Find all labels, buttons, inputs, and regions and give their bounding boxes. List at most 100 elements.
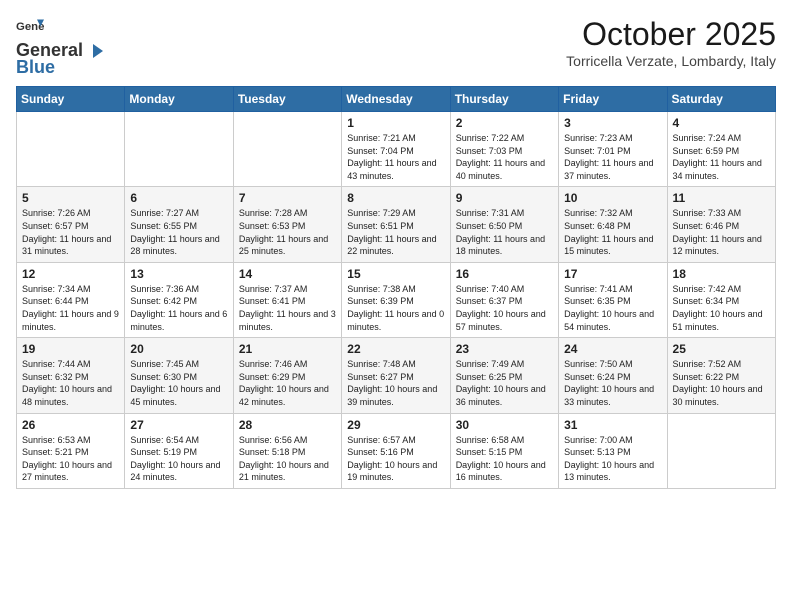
calendar-week-row: 26 Sunrise: 6:53 AM Sunset: 5:21 PM Dayli… bbox=[17, 413, 776, 488]
day-number: 26 bbox=[22, 418, 119, 432]
day-info: Sunrise: 7:50 AM Sunset: 6:24 PM Dayligh… bbox=[564, 358, 661, 408]
calendar-cell: 11 Sunrise: 7:33 AM Sunset: 6:46 PM Dayli… bbox=[667, 187, 775, 262]
day-info: Sunrise: 7:41 AM Sunset: 6:35 PM Dayligh… bbox=[564, 283, 661, 333]
day-info: Sunrise: 7:33 AM Sunset: 6:46 PM Dayligh… bbox=[673, 207, 770, 257]
day-number: 25 bbox=[673, 342, 770, 356]
calendar-cell: 2Sunrise: 7:22 AM Sunset: 7:03 PM Daylig… bbox=[450, 112, 558, 187]
day-info: Sunrise: 7:37 AM Sunset: 6:41 PM Dayligh… bbox=[239, 283, 336, 333]
day-number: 5 bbox=[22, 191, 119, 205]
page-header: General General Blue October 2025 Torric… bbox=[16, 16, 776, 78]
calendar-cell: 1Sunrise: 7:21 AM Sunset: 7:04 PM Daylig… bbox=[342, 112, 450, 187]
calendar-cell bbox=[667, 413, 775, 488]
day-number: 9 bbox=[456, 191, 553, 205]
calendar-cell: 16 Sunrise: 7:40 AM Sunset: 6:37 PM Dayli… bbox=[450, 262, 558, 337]
day-number: 12 bbox=[22, 267, 119, 281]
calendar-cell: 27Sunrise: 6:54 AM Sunset: 5:19 PM Dayli… bbox=[125, 413, 233, 488]
day-number: 16 bbox=[456, 267, 553, 281]
calendar-cell: 22 Sunrise: 7:48 AM Sunset: 6:27 PM Dayli… bbox=[342, 338, 450, 413]
calendar-cell: 19Sunrise: 7:44 AM Sunset: 6:32 PM Dayli… bbox=[17, 338, 125, 413]
calendar-cell: 17 Sunrise: 7:41 AM Sunset: 6:35 PM Dayli… bbox=[559, 262, 667, 337]
location-title: Torricella Verzate, Lombardy, Italy bbox=[566, 53, 776, 69]
calendar-cell: 29 Sunrise: 6:57 AM Sunset: 5:16 PM Dayli… bbox=[342, 413, 450, 488]
calendar-cell: 24 Sunrise: 7:50 AM Sunset: 6:24 PM Dayli… bbox=[559, 338, 667, 413]
day-info: Sunrise: 6:58 AM Sunset: 5:15 PM Dayligh… bbox=[456, 434, 553, 484]
calendar-cell: 14 Sunrise: 7:37 AM Sunset: 6:41 PM Dayli… bbox=[233, 262, 341, 337]
day-info: Sunrise: 7:49 AM Sunset: 6:25 PM Dayligh… bbox=[456, 358, 553, 408]
calendar-cell: 13Sunrise: 7:36 AM Sunset: 6:42 PM Dayli… bbox=[125, 262, 233, 337]
day-info: Sunrise: 7:32 AM Sunset: 6:48 PM Dayligh… bbox=[564, 207, 661, 257]
day-number: 22 bbox=[347, 342, 444, 356]
title-block: October 2025 Torricella Verzate, Lombard… bbox=[566, 16, 776, 69]
calendar-cell: 26 Sunrise: 6:53 AM Sunset: 5:21 PM Dayli… bbox=[17, 413, 125, 488]
day-number: 21 bbox=[239, 342, 336, 356]
logo: General General Blue bbox=[16, 16, 103, 78]
day-number: 20 bbox=[130, 342, 227, 356]
day-info: Sunrise: 7:34 AM Sunset: 6:44 PM Dayligh… bbox=[22, 283, 119, 333]
logo-arrow-icon bbox=[85, 42, 103, 60]
day-number: 3 bbox=[564, 116, 661, 130]
day-number: 24 bbox=[564, 342, 661, 356]
calendar-week-row: 5 Sunrise: 7:26 AM Sunset: 6:57 PM Daylig… bbox=[17, 187, 776, 262]
weekday-header: Sunday bbox=[17, 87, 125, 112]
calendar-cell: 15 Sunrise: 7:38 AM Sunset: 6:39 PM Dayli… bbox=[342, 262, 450, 337]
day-number: 15 bbox=[347, 267, 444, 281]
calendar-table: SundayMondayTuesdayWednesdayThursdayFrid… bbox=[16, 86, 776, 489]
day-number: 14 bbox=[239, 267, 336, 281]
calendar-cell: 25 Sunrise: 7:52 AM Sunset: 6:22 PM Dayli… bbox=[667, 338, 775, 413]
day-number: 28 bbox=[239, 418, 336, 432]
day-info: Sunrise: 7:48 AM Sunset: 6:27 PM Dayligh… bbox=[347, 358, 444, 408]
day-number: 7 bbox=[239, 191, 336, 205]
day-number: 30 bbox=[456, 418, 553, 432]
calendar-cell bbox=[17, 112, 125, 187]
day-info: Sunrise: 6:56 AM Sunset: 5:18 PM Dayligh… bbox=[239, 434, 336, 484]
day-info: Sunrise: 7:46 AM Sunset: 6:29 PM Dayligh… bbox=[239, 358, 336, 408]
calendar-cell: 9 Sunrise: 7:31 AM Sunset: 6:50 PM Daylig… bbox=[450, 187, 558, 262]
weekday-header: Wednesday bbox=[342, 87, 450, 112]
weekday-header: Thursday bbox=[450, 87, 558, 112]
calendar-cell bbox=[233, 112, 341, 187]
calendar-cell: 8 Sunrise: 7:29 AM Sunset: 6:51 PM Daylig… bbox=[342, 187, 450, 262]
calendar-cell: 4Sunrise: 7:24 AM Sunset: 6:59 PM Daylig… bbox=[667, 112, 775, 187]
day-number: 8 bbox=[347, 191, 444, 205]
logo-blue: Blue bbox=[16, 57, 55, 77]
day-info: Sunrise: 6:53 AM Sunset: 5:21 PM Dayligh… bbox=[22, 434, 119, 484]
calendar-cell: 20 Sunrise: 7:45 AM Sunset: 6:30 PM Dayli… bbox=[125, 338, 233, 413]
calendar-week-row: 1Sunrise: 7:21 AM Sunset: 7:04 PM Daylig… bbox=[17, 112, 776, 187]
day-info: Sunrise: 7:21 AM Sunset: 7:04 PM Dayligh… bbox=[347, 132, 444, 182]
calendar-cell: 23Sunrise: 7:49 AM Sunset: 6:25 PM Dayli… bbox=[450, 338, 558, 413]
weekday-header: Saturday bbox=[667, 87, 775, 112]
day-info: Sunrise: 7:26 AM Sunset: 6:57 PM Dayligh… bbox=[22, 207, 119, 257]
day-number: 19 bbox=[22, 342, 119, 356]
calendar-header-row: SundayMondayTuesdayWednesdayThursdayFrid… bbox=[17, 87, 776, 112]
weekday-header: Tuesday bbox=[233, 87, 341, 112]
calendar-cell: 31 Sunrise: 7:00 AM Sunset: 5:13 PM Dayli… bbox=[559, 413, 667, 488]
calendar-cell: 30 Sunrise: 6:58 AM Sunset: 5:15 PM Dayli… bbox=[450, 413, 558, 488]
day-info: Sunrise: 6:57 AM Sunset: 5:16 PM Dayligh… bbox=[347, 434, 444, 484]
day-info: Sunrise: 7:45 AM Sunset: 6:30 PM Dayligh… bbox=[130, 358, 227, 408]
day-info: Sunrise: 7:22 AM Sunset: 7:03 PM Dayligh… bbox=[456, 132, 553, 182]
calendar-week-row: 12 Sunrise: 7:34 AM Sunset: 6:44 PM Dayli… bbox=[17, 262, 776, 337]
day-number: 29 bbox=[347, 418, 444, 432]
day-info: Sunrise: 7:29 AM Sunset: 6:51 PM Dayligh… bbox=[347, 207, 444, 257]
weekday-header: Friday bbox=[559, 87, 667, 112]
day-info: Sunrise: 7:52 AM Sunset: 6:22 PM Dayligh… bbox=[673, 358, 770, 408]
weekday-header: Monday bbox=[125, 87, 233, 112]
day-info: Sunrise: 7:42 AM Sunset: 6:34 PM Dayligh… bbox=[673, 283, 770, 333]
calendar-cell: 5 Sunrise: 7:26 AM Sunset: 6:57 PM Daylig… bbox=[17, 187, 125, 262]
day-info: Sunrise: 7:40 AM Sunset: 6:37 PM Dayligh… bbox=[456, 283, 553, 333]
day-number: 11 bbox=[673, 191, 770, 205]
day-info: Sunrise: 7:38 AM Sunset: 6:39 PM Dayligh… bbox=[347, 283, 444, 333]
day-number: 17 bbox=[564, 267, 661, 281]
day-info: Sunrise: 7:28 AM Sunset: 6:53 PM Dayligh… bbox=[239, 207, 336, 257]
day-number: 27 bbox=[130, 418, 227, 432]
calendar-cell: 7 Sunrise: 7:28 AM Sunset: 6:53 PM Daylig… bbox=[233, 187, 341, 262]
day-number: 10 bbox=[564, 191, 661, 205]
day-info: Sunrise: 7:31 AM Sunset: 6:50 PM Dayligh… bbox=[456, 207, 553, 257]
calendar-cell: 10 Sunrise: 7:32 AM Sunset: 6:48 PM Dayli… bbox=[559, 187, 667, 262]
calendar-cell: 18 Sunrise: 7:42 AM Sunset: 6:34 PM Dayli… bbox=[667, 262, 775, 337]
day-number: 18 bbox=[673, 267, 770, 281]
day-info: Sunrise: 7:27 AM Sunset: 6:55 PM Dayligh… bbox=[130, 207, 227, 257]
day-info: Sunrise: 7:00 AM Sunset: 5:13 PM Dayligh… bbox=[564, 434, 661, 484]
day-number: 31 bbox=[564, 418, 661, 432]
day-info: Sunrise: 7:23 AM Sunset: 7:01 PM Dayligh… bbox=[564, 132, 661, 182]
